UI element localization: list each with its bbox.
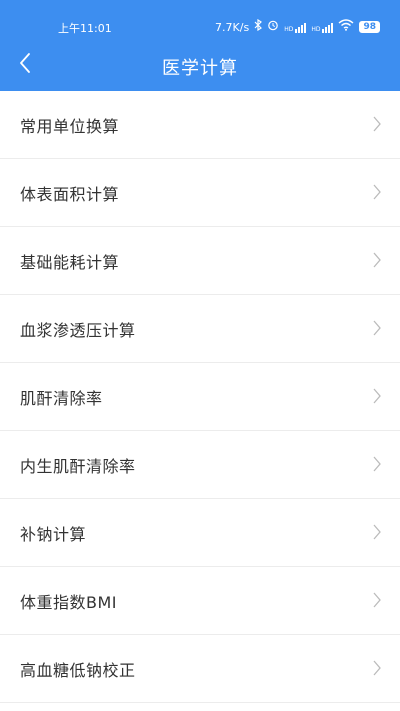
- chevron-right-icon: [372, 660, 382, 676]
- signal-icon-2: HD: [311, 22, 334, 33]
- list-item-hyperglycemia-sodium-correction[interactable]: 高血糖低钠校正: [0, 635, 400, 703]
- list-item-body-surface-area[interactable]: 体表面积计算: [0, 159, 400, 227]
- list-item-sodium-supplement[interactable]: 补钠计算: [0, 499, 400, 567]
- list-item-label: 肌酐清除率: [20, 388, 103, 408]
- bluetooth-icon: [254, 18, 263, 35]
- status-bar: 上午11:01 7.7K/s HD HD 98: [0, 0, 400, 42]
- status-time: 上午11:01: [58, 22, 112, 35]
- list-item-label: 常用单位换算: [20, 116, 120, 136]
- battery-icon: 98: [359, 21, 380, 33]
- chevron-right-icon: [372, 524, 382, 540]
- list-item-label: 体表面积计算: [20, 184, 120, 204]
- chevron-right-icon: [372, 184, 382, 200]
- page-title: 医学计算: [162, 58, 238, 79]
- list-item-label: 补钠计算: [20, 524, 87, 544]
- chevron-right-icon: [372, 116, 382, 132]
- signal-label-1: HD: [284, 25, 294, 33]
- alarm-icon: [267, 19, 279, 35]
- list-item-bmi[interactable]: 体重指数BMI: [0, 567, 400, 635]
- signal-icon-1: HD: [284, 22, 307, 33]
- list-item-basal-energy[interactable]: 基础能耗计算: [0, 227, 400, 295]
- list-item-label: 体重指数BMI: [20, 592, 118, 612]
- chevron-right-icon: [372, 456, 382, 472]
- list-item-label: 内生肌酐清除率: [20, 456, 136, 476]
- chevron-right-icon: [372, 252, 382, 268]
- wifi-icon: [338, 19, 354, 35]
- app-header: 医学计算: [0, 42, 400, 91]
- list-item-label: 高血糖低钠校正: [20, 660, 136, 680]
- list-item-endogenous-creatinine-clearance[interactable]: 内生肌酐清除率: [0, 431, 400, 499]
- signal-label-2: HD: [311, 25, 321, 33]
- list-item-unit-conversion[interactable]: 常用单位换算: [0, 91, 400, 159]
- chevron-right-icon: [372, 320, 382, 336]
- status-icons: 7.7K/s HD HD 98: [215, 18, 380, 35]
- chevron-right-icon: [372, 592, 382, 608]
- list-item-label: 血浆渗透压计算: [20, 320, 136, 340]
- list-item-plasma-osmolality[interactable]: 血浆渗透压计算: [0, 295, 400, 363]
- list-item-label: 基础能耗计算: [20, 252, 120, 272]
- network-speed: 7.7K/s: [215, 20, 250, 34]
- list-item-creatinine-clearance[interactable]: 肌酐清除率: [0, 363, 400, 431]
- chevron-right-icon: [372, 388, 382, 404]
- calculator-list: 常用单位换算 体表面积计算 基础能耗计算 血浆渗透压计算 肌酐清除率 内生肌酐清…: [0, 91, 400, 703]
